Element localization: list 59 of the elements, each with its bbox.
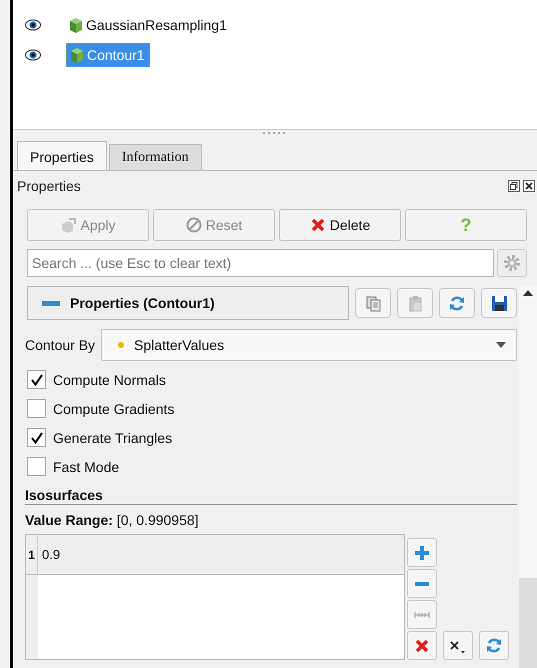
minus-icon <box>415 582 429 586</box>
dropdown-caret-icon <box>496 342 506 348</box>
checkbox-option[interactable]: Generate Triangles <box>25 423 517 452</box>
splitter-handle-icon[interactable] <box>263 132 287 135</box>
tab[interactable]: Information <box>108 144 202 170</box>
cube-icon <box>60 217 76 233</box>
checkbox[interactable] <box>27 399 46 418</box>
point-data-icon <box>118 342 124 348</box>
delete-button[interactable]: Delete <box>279 209 401 241</box>
cube-icon <box>68 17 84 33</box>
add-button[interactable] <box>407 538 437 567</box>
section-title: Isosurfaces <box>25 487 517 505</box>
scroll-up-icon[interactable] <box>523 290 533 296</box>
checkmark-icon <box>30 432 42 444</box>
checkbox-option[interactable]: Compute Gradients <box>25 394 517 423</box>
checkbox[interactable] <box>27 370 46 389</box>
paste-icon <box>406 294 424 312</box>
scroll-thumb[interactable] <box>519 578 537 668</box>
checkbox[interactable] <box>27 428 46 447</box>
save-icon <box>490 294 508 312</box>
field-label: Contour By <box>25 337 96 353</box>
settings-icon <box>503 254 521 272</box>
collapse-icon <box>42 300 60 306</box>
search-field[interactable]: Search ... (use Esc to clear text) <box>27 249 494 277</box>
x-icon <box>414 638 430 654</box>
reload-icon <box>448 294 466 312</box>
float-icon[interactable] <box>508 180 520 192</box>
paste-button[interactable] <box>397 288 433 318</box>
value-range-text: Value Range: [0, 0.990958] <box>25 511 200 530</box>
checkbox[interactable] <box>27 457 46 476</box>
panel-title: Properties <box>17 178 81 194</box>
reload-button[interactable] <box>439 288 475 318</box>
checkmark-icon <box>30 374 42 386</box>
cube-icon <box>69 47 85 63</box>
clear-menu-button[interactable] <box>443 631 473 660</box>
copy-icon <box>364 294 382 312</box>
checkbox-option[interactable]: Fast Mode <box>25 452 517 481</box>
eye-icon[interactable] <box>25 49 41 61</box>
copy-button[interactable] <box>355 288 391 318</box>
add-range-button[interactable] <box>407 600 437 629</box>
row-index: 1 <box>26 535 38 574</box>
checkbox-option[interactable]: Compute Normals <box>25 365 517 394</box>
reload-button[interactable] <box>479 631 509 660</box>
settings-button[interactable] <box>497 249 527 277</box>
scrollbar[interactable] <box>519 286 537 668</box>
x-icon <box>310 217 326 233</box>
save-button[interactable] <box>481 288 517 318</box>
remove-all-button[interactable] <box>407 631 437 660</box>
remove-button[interactable] <box>407 569 437 598</box>
section-header[interactable]: Properties (Contour1) <box>27 286 349 320</box>
eye-icon[interactable] <box>25 19 41 31</box>
array-dropdown[interactable]: SplatterValues <box>101 329 517 361</box>
pipeline-item[interactable]: GaussianResampling1 <box>66 14 231 36</box>
tab[interactable]: Properties <box>17 141 107 170</box>
close-icon[interactable] <box>523 180 535 192</box>
table-cell[interactable]: 0.9 <box>38 535 404 574</box>
prohibited-icon <box>186 217 202 233</box>
plus-icon <box>414 544 430 560</box>
reload-icon <box>486 637 502 654</box>
